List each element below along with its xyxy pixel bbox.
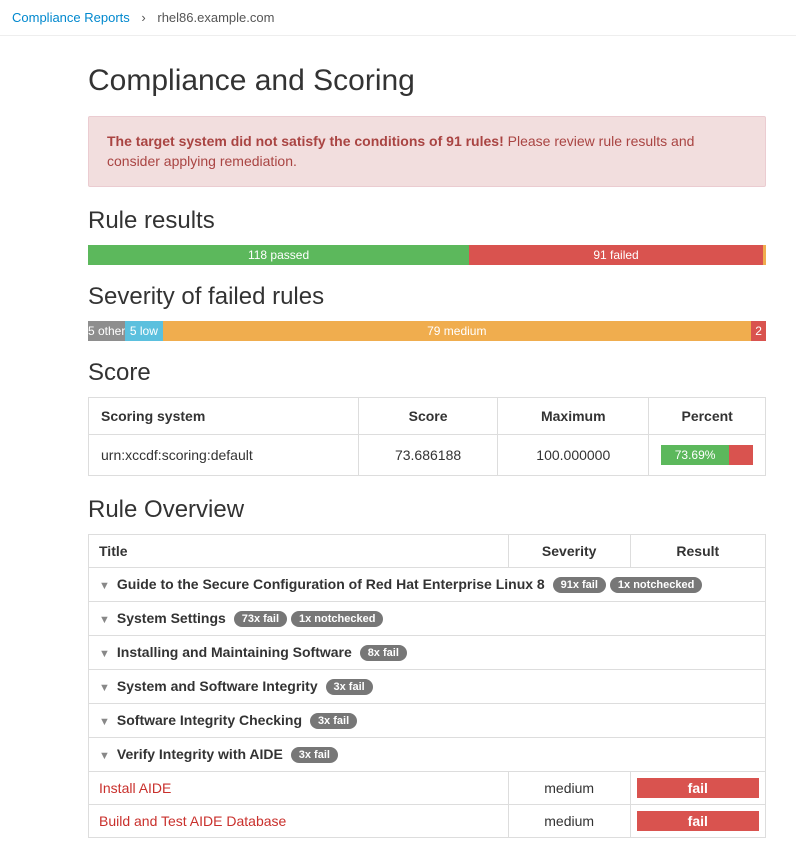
rule-group-title: System and Software Integrity bbox=[113, 678, 322, 694]
rule-group-title: Verify Integrity with AIDE bbox=[113, 746, 287, 762]
rule-group-row[interactable]: ▼ Guide to the Secure Configuration of R… bbox=[89, 567, 766, 601]
score-header-score: Score bbox=[358, 397, 497, 434]
rule-severity-cell: medium bbox=[508, 771, 630, 804]
count-pill: 1x notchecked bbox=[610, 577, 702, 593]
rule-title-link[interactable]: Install AIDE bbox=[99, 780, 171, 796]
severity-other-segment: 5 other bbox=[88, 321, 125, 341]
breadcrumb-current: rhel86.example.com bbox=[157, 10, 274, 25]
result-fail-badge: fail bbox=[637, 811, 759, 831]
score-percent-cell: 73.69% bbox=[649, 434, 766, 475]
breadcrumb-separator-icon: › bbox=[141, 10, 145, 25]
severity-bar: 5 other 5 low 79 medium 2 bbox=[88, 321, 766, 341]
score-value-cell: 73.686188 bbox=[358, 434, 497, 475]
count-pill: 1x notchecked bbox=[291, 611, 383, 627]
severity-low-segment: 5 low bbox=[125, 321, 162, 341]
count-pill: 73x fail bbox=[234, 611, 287, 627]
rule-results-tail-segment bbox=[763, 245, 766, 265]
score-system-cell: urn:xccdf:scoring:default bbox=[89, 434, 359, 475]
rule-overview-header-result: Result bbox=[630, 534, 765, 567]
count-pill: 91x fail bbox=[553, 577, 606, 593]
score-heading: Score bbox=[88, 359, 766, 387]
score-percent-bar: 73.69% bbox=[661, 445, 753, 465]
rule-group-row[interactable]: ▼ Verify Integrity with AIDE 3x fail bbox=[89, 737, 766, 771]
score-percent-green: 73.69% bbox=[661, 445, 729, 465]
severity-medium-segment: 79 medium bbox=[163, 321, 752, 341]
rule-overview-header-row: Title Severity Result bbox=[89, 534, 766, 567]
rule-group-row[interactable]: ▼ Installing and Maintaining Software 8x… bbox=[89, 635, 766, 669]
rule-group-title: Installing and Maintaining Software bbox=[113, 644, 356, 660]
rule-title-link[interactable]: Build and Test AIDE Database bbox=[99, 813, 286, 829]
count-pill: 8x fail bbox=[360, 645, 407, 661]
rule-group-title: Guide to the Secure Configuration of Red… bbox=[113, 576, 549, 592]
score-max-cell: 100.000000 bbox=[498, 434, 649, 475]
score-header-row: Scoring system Score Maximum Percent bbox=[89, 397, 766, 434]
rule-results-bar: 118 passed 91 failed bbox=[88, 245, 766, 265]
count-pill: 3x fail bbox=[326, 679, 373, 695]
count-pill: 3x fail bbox=[291, 747, 338, 763]
collapse-toggle-icon[interactable]: ▼ bbox=[99, 614, 109, 626]
score-row: urn:xccdf:scoring:default 73.686188 100.… bbox=[89, 434, 766, 475]
rule-severity-cell: medium bbox=[508, 804, 630, 837]
severity-heading: Severity of failed rules bbox=[88, 283, 766, 311]
collapse-toggle-icon[interactable]: ▼ bbox=[99, 750, 109, 762]
rule-group-row[interactable]: ▼ System and Software Integrity 3x fail bbox=[89, 669, 766, 703]
rule-overview-heading: Rule Overview bbox=[88, 496, 766, 524]
collapse-toggle-icon[interactable]: ▼ bbox=[99, 648, 109, 660]
breadcrumb-root-link[interactable]: Compliance Reports bbox=[12, 10, 130, 25]
rule-row: Build and Test AIDE Database medium fail bbox=[89, 804, 766, 837]
rule-overview-table: Title Severity Result ▼ Guide to the Sec… bbox=[88, 534, 766, 838]
count-pill: 3x fail bbox=[310, 713, 357, 729]
alert-strong-text: The target system did not satisfy the co… bbox=[107, 133, 504, 149]
score-header-system: Scoring system bbox=[89, 397, 359, 434]
severity-high-segment: 2 bbox=[751, 321, 766, 341]
score-table: Scoring system Score Maximum Percent urn… bbox=[88, 397, 766, 476]
score-percent-red bbox=[729, 445, 753, 465]
breadcrumb: Compliance Reports › rhel86.example.com bbox=[0, 0, 796, 36]
result-fail-badge: fail bbox=[637, 778, 759, 798]
rule-row: Install AIDE medium fail bbox=[89, 771, 766, 804]
page-title: Compliance and Scoring bbox=[88, 64, 766, 98]
rule-group-title: Software Integrity Checking bbox=[113, 712, 306, 728]
rule-group-title: System Settings bbox=[113, 610, 230, 626]
score-header-percent: Percent bbox=[649, 397, 766, 434]
rule-group-row[interactable]: ▼ Software Integrity Checking 3x fail bbox=[89, 703, 766, 737]
collapse-toggle-icon[interactable]: ▼ bbox=[99, 716, 109, 728]
rule-results-heading: Rule results bbox=[88, 207, 766, 235]
rule-results-failed-segment: 91 failed bbox=[469, 245, 763, 265]
alert-warning: The target system did not satisfy the co… bbox=[88, 116, 766, 187]
score-header-max: Maximum bbox=[498, 397, 649, 434]
rule-group-row[interactable]: ▼ System Settings 73x fail1x notchecked bbox=[89, 601, 766, 635]
rule-overview-header-title: Title bbox=[89, 534, 509, 567]
collapse-toggle-icon[interactable]: ▼ bbox=[99, 580, 109, 592]
rule-results-passed-segment: 118 passed bbox=[88, 245, 469, 265]
collapse-toggle-icon[interactable]: ▼ bbox=[99, 682, 109, 694]
rule-overview-header-severity: Severity bbox=[508, 534, 630, 567]
